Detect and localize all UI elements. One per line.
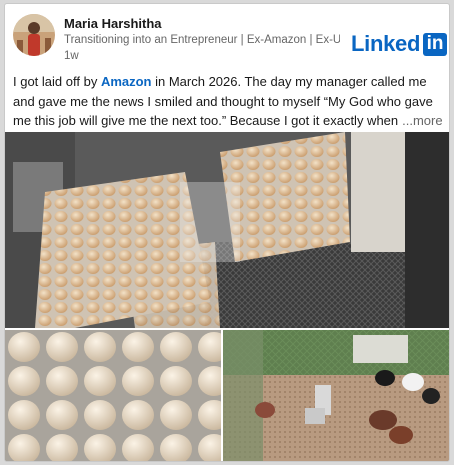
post-text-part: me this job will give me the next too.” … bbox=[13, 113, 399, 128]
egg-trays-photo[interactable] bbox=[5, 132, 449, 328]
post-text: I got laid off by Amazon in March 2026. … bbox=[13, 72, 443, 131]
avatar-image bbox=[13, 14, 55, 56]
see-more-link[interactable]: ...more bbox=[402, 113, 442, 128]
post-text-part: and gave me the news I smiled and though… bbox=[13, 93, 433, 109]
author-headline: Transitioning into an Entrepreneur | Ex-… bbox=[64, 34, 340, 46]
avatar[interactable] bbox=[13, 14, 55, 56]
post-text-part: I got laid off by bbox=[13, 74, 101, 89]
linkedin-logo[interactable]: Linked in bbox=[351, 31, 448, 57]
chicken-coop-photo[interactable] bbox=[223, 330, 449, 461]
post-text-part: in March 2026. The day my manager called… bbox=[151, 74, 427, 89]
egg-trays-image bbox=[5, 132, 449, 328]
linkedin-logo-word: Linked bbox=[351, 31, 421, 56]
author-name[interactable]: Maria Harshitha bbox=[64, 16, 162, 31]
company-mention-link[interactable]: Amazon bbox=[101, 74, 152, 89]
linkedin-logo-box: in bbox=[423, 32, 448, 56]
post-card: Maria Harshitha Transitioning into an En… bbox=[4, 3, 450, 462]
chicken-coop-image bbox=[223, 330, 449, 461]
egg-tray-closeup-image bbox=[5, 330, 221, 461]
egg-tray-closeup-photo[interactable] bbox=[5, 330, 221, 461]
post-time: 1w bbox=[64, 50, 79, 62]
